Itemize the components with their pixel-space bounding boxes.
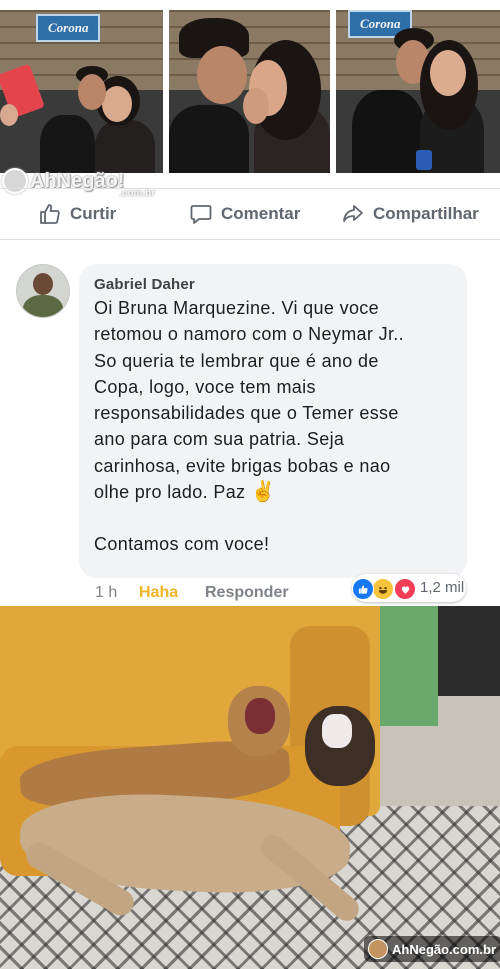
- comment-label: Comentar: [221, 204, 301, 223]
- comment-button[interactable]: Comentar: [189, 189, 300, 239]
- comment-blank-line: [94, 505, 451, 531]
- comment-line: ano para com sua patria. Seja: [94, 429, 345, 450]
- reply-button[interactable]: Responder: [205, 584, 289, 602]
- comment-author[interactable]: Gabriel Daher: [94, 276, 451, 293]
- site-badge: AhNegão.com.br: [364, 936, 500, 962]
- badge-face-icon: [368, 939, 388, 959]
- dog-tan-mouth: [322, 714, 352, 748]
- corona-sign: Corona: [36, 14, 101, 42]
- comment-line: So queria te lembrar que é ano de: [94, 350, 379, 371]
- photo-hand: [243, 88, 269, 124]
- like-button[interactable]: Curtir: [38, 189, 116, 239]
- photo-selfie[interactable]: Corona: [0, 10, 163, 173]
- avatar[interactable]: [16, 264, 70, 318]
- speech-bubble-icon: [190, 205, 212, 224]
- site-badge-text: AhNegão.com.br: [392, 941, 497, 957]
- photo-person: [95, 120, 155, 173]
- comment-line: Oi Bruna Marquezine. Vi que voce: [94, 298, 380, 318]
- haha-icon: [372, 578, 394, 600]
- avatar-head: [33, 273, 53, 295]
- thumbs-up-icon: [40, 204, 60, 224]
- comment-closing: Contamos com voce!: [94, 534, 270, 555]
- photo-hand: [0, 104, 18, 126]
- share-label: Compartilhar: [373, 204, 479, 223]
- love-icon: [394, 578, 416, 600]
- comment-time[interactable]: 1 h: [95, 584, 117, 602]
- photo-face: [430, 50, 466, 96]
- reaction-summary[interactable]: 1,2 mil: [352, 574, 466, 602]
- dog-brown-mouth: [245, 698, 275, 734]
- comment-line: responsabilidades que o Temer esse: [94, 403, 399, 424]
- comment-line: olhe pro lado. Paz: [94, 482, 246, 503]
- like-label: Curtir: [70, 204, 117, 223]
- post-action-bar: Curtir Comentar Compartilhar: [0, 188, 500, 240]
- photo-person: [169, 105, 249, 173]
- photo-person: [40, 115, 95, 173]
- photo-face: [78, 74, 106, 110]
- photo-face: [102, 86, 132, 122]
- dogs-photo[interactable]: [0, 606, 500, 969]
- share-arrow-icon: [343, 205, 363, 222]
- haha-reaction-button[interactable]: Haha: [139, 584, 178, 602]
- dark-wall: [438, 606, 500, 696]
- comment-line: carinhosa, evite brigas bobas e nao: [94, 455, 391, 476]
- comment-bubble: Gabriel Daher Oi Bruna Marquezine. Vi qu…: [79, 264, 467, 578]
- comment-line: retomou o namoro com o Neymar Jr..: [94, 324, 405, 345]
- photo-face: [197, 46, 247, 104]
- comment-line-with-emoji: olhe pro lado. Paz ✌: [94, 479, 451, 505]
- victory-hand-icon: ✌: [250, 481, 277, 504]
- comment-text: Oi Bruna Marquezine. Vi que voce retomou…: [94, 295, 451, 558]
- post-photos[interactable]: Corona Corona: [0, 0, 500, 183]
- photo-couple[interactable]: Corona: [336, 10, 500, 173]
- avatar-body: [23, 295, 63, 317]
- like-icon: [352, 578, 374, 600]
- reaction-count: 1,2 mil: [420, 579, 465, 596]
- photo-person: [352, 90, 424, 173]
- comment-line: Copa, logo, voce tem mais: [94, 376, 316, 397]
- share-button[interactable]: Compartilhar: [341, 189, 479, 239]
- photo-kiss[interactable]: [169, 10, 330, 173]
- cup-prop: [416, 150, 432, 170]
